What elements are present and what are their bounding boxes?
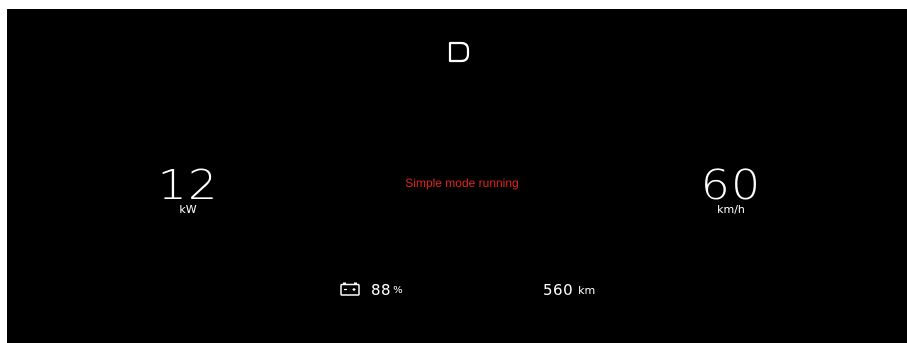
battery-value: 88 [371, 281, 392, 299]
speed-readout: 60 km/h [689, 164, 773, 216]
power-readout: 12 kW [157, 164, 219, 216]
speed-value: 60 [700, 161, 762, 209]
gear-d-glyph [448, 41, 470, 63]
battery-icon [340, 282, 360, 296]
mode-status-message: Simple mode running [405, 176, 519, 190]
range-unit: km [578, 284, 596, 297]
battery-unit: % [393, 285, 403, 296]
range-status: 560 km [543, 279, 595, 299]
gear-indicator: D [447, 41, 471, 63]
instrument-cluster-display: D 12 kW Simple mode running 60 km/h 88 %… [7, 9, 907, 343]
range-value: 560 [543, 281, 574, 299]
battery-status: 88 % [340, 279, 403, 299]
power-value: 12 [157, 161, 219, 209]
